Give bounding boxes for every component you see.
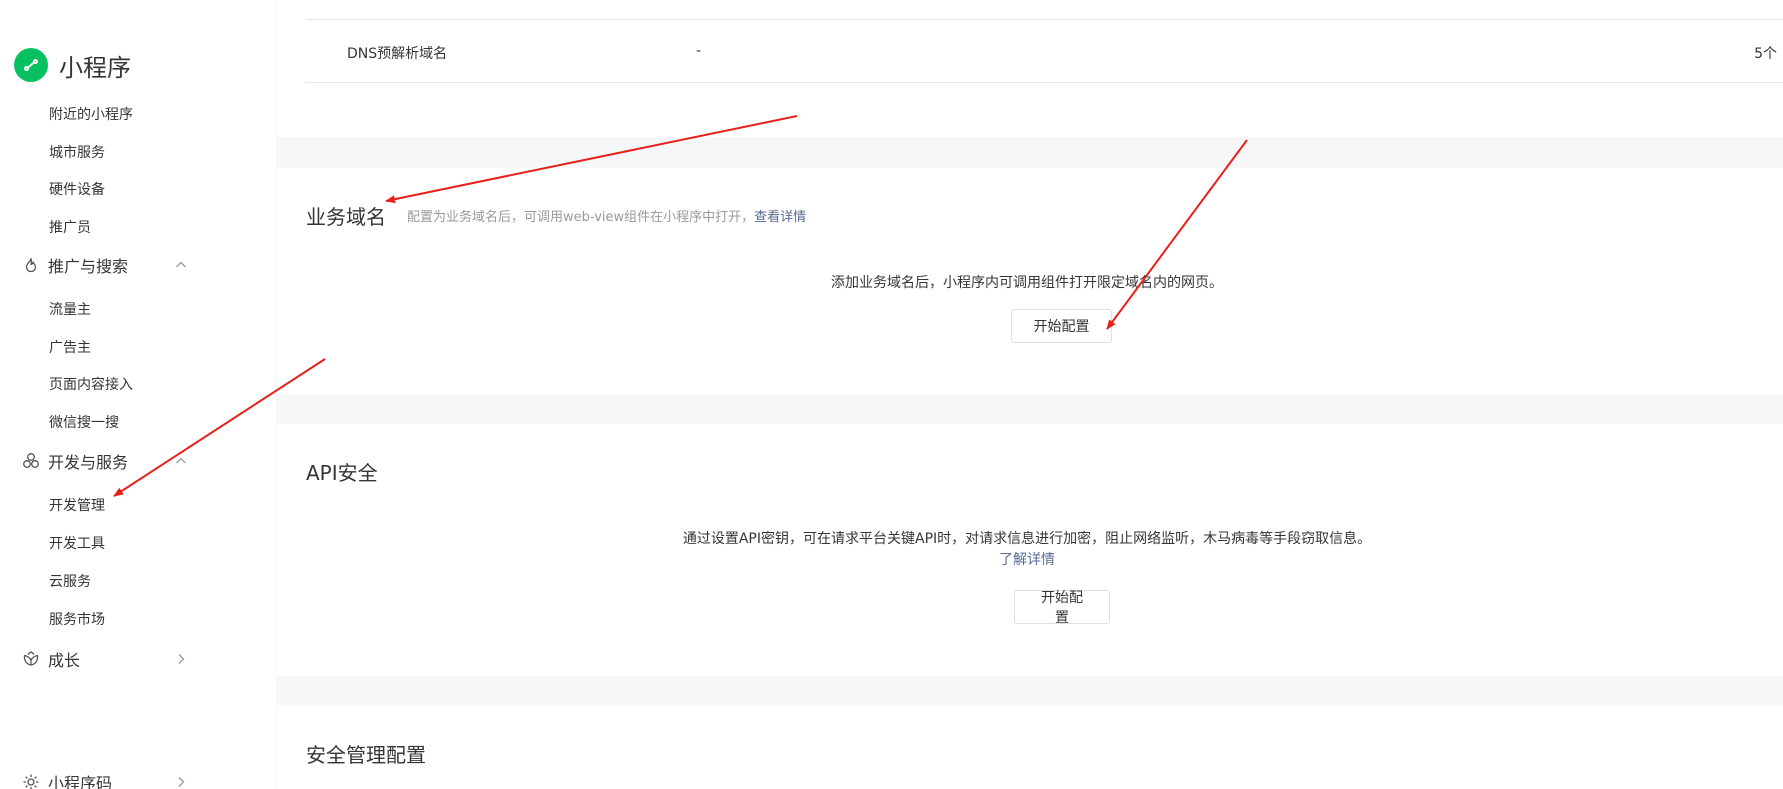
sidebar-item-city-services[interactable]: 城市服务 (49, 142, 105, 162)
sidebar-item-dev-tools[interactable]: 开发工具 (49, 533, 105, 553)
sidebar-group-label: 小程序码 (48, 774, 113, 789)
sidebar-group-dev-services[interactable]: 开发与服务 (22, 449, 190, 473)
business-domain-body: 添加业务域名后，小程序内可调用组件打开限定域名内的网页。 (831, 275, 1223, 291)
dns-domain-count: 5个 (1754, 46, 1777, 62)
sidebar-item-cloud-services[interactable]: 云服务 (49, 571, 91, 591)
dns-domain-label: DNS预解析域名 (347, 46, 448, 62)
divider (306, 82, 1783, 83)
sidebar-item-traffic-owner[interactable]: 流量主 (49, 299, 91, 319)
divider (306, 19, 1783, 20)
sidebar-item-advertiser[interactable]: 广告主 (49, 337, 91, 357)
sidebar-item-wechat-search[interactable]: 微信搜一搜 (49, 412, 119, 432)
brand-title: 小程序 (59, 53, 131, 82)
fire-icon (22, 256, 40, 274)
api-security-body: 通过设置API密钥，可在请求平台关键API时，对请求信息进行加密，阻止网络监听，… (682, 531, 1372, 547)
business-domain-desc: 配置为业务域名后，可调用web-view组件在小程序中打开，查看详情 (407, 206, 806, 225)
sidebar-item-nearby[interactable]: 附近的小程序 (49, 104, 133, 124)
api-security-card: API安全 通过设置API密钥，可在请求平台关键API时，对请求信息进行加密，阻… (277, 424, 1783, 676)
sidebar-item-page-content[interactable]: 页面内容接入 (49, 374, 133, 394)
learn-more-link[interactable]: 了解详情 (274, 549, 1780, 569)
chevron-right-icon[interactable] (172, 773, 190, 789)
business-domain-desc-text: 配置为业务域名后，可调用web-view组件在小程序中打开， (407, 210, 755, 225)
sidebar-item-dev-management[interactable]: 开发管理 (49, 495, 105, 515)
page: 小程序 附近的小程序 城市服务 硬件设备 推广员 推广与搜索 流量主 广告主 页… (0, 0, 1783, 789)
sidebar-group-mini-program-code[interactable]: 小程序码 (22, 770, 190, 789)
business-domain-card: 业务域名 配置为业务域名后，可调用web-view组件在小程序中打开，查看详情 … (277, 168, 1783, 394)
business-domain-title: 业务域名 (306, 205, 386, 229)
security-config-title: 安全管理配置 (306, 743, 426, 767)
api-security-start-config-button[interactable]: 开始配置 (1014, 590, 1110, 626)
dns-domain-value: - (696, 43, 702, 59)
brand[interactable]: 小程序 (14, 47, 131, 83)
sidebar-item-promoters[interactable]: 推广员 (49, 217, 91, 237)
growth-icon (22, 650, 40, 668)
sidebar-group-label: 成长 (48, 651, 81, 670)
services-icon (22, 452, 40, 470)
mini-program-logo-icon (14, 48, 48, 82)
sidebar-group-promotion-search[interactable]: 推广与搜索 (22, 253, 190, 277)
server-domain-card: DNS预解析域名 - 5个 (277, 0, 1783, 137)
business-domain-start-config-button[interactable]: 开始配置 (1011, 309, 1112, 343)
chevron-right-icon[interactable] (172, 650, 190, 668)
sun-icon (22, 773, 40, 789)
sidebar-item-service-market[interactable]: 服务市场 (49, 609, 105, 629)
security-config-card: 安全管理配置 (277, 706, 1783, 789)
view-details-link[interactable]: 查看详情 (754, 210, 806, 225)
chevron-up-icon[interactable] (172, 256, 190, 274)
sidebar: 小程序 附近的小程序 城市服务 硬件设备 推广员 推广与搜索 流量主 广告主 页… (0, 0, 276, 789)
sidebar-item-hardware[interactable]: 硬件设备 (49, 179, 105, 199)
sidebar-group-label: 推广与搜索 (48, 257, 129, 276)
sidebar-group-growth[interactable]: 成长 (22, 647, 190, 671)
sidebar-group-label: 开发与服务 (48, 453, 129, 472)
api-security-title: API安全 (306, 461, 378, 485)
chevron-up-icon[interactable] (172, 452, 190, 470)
